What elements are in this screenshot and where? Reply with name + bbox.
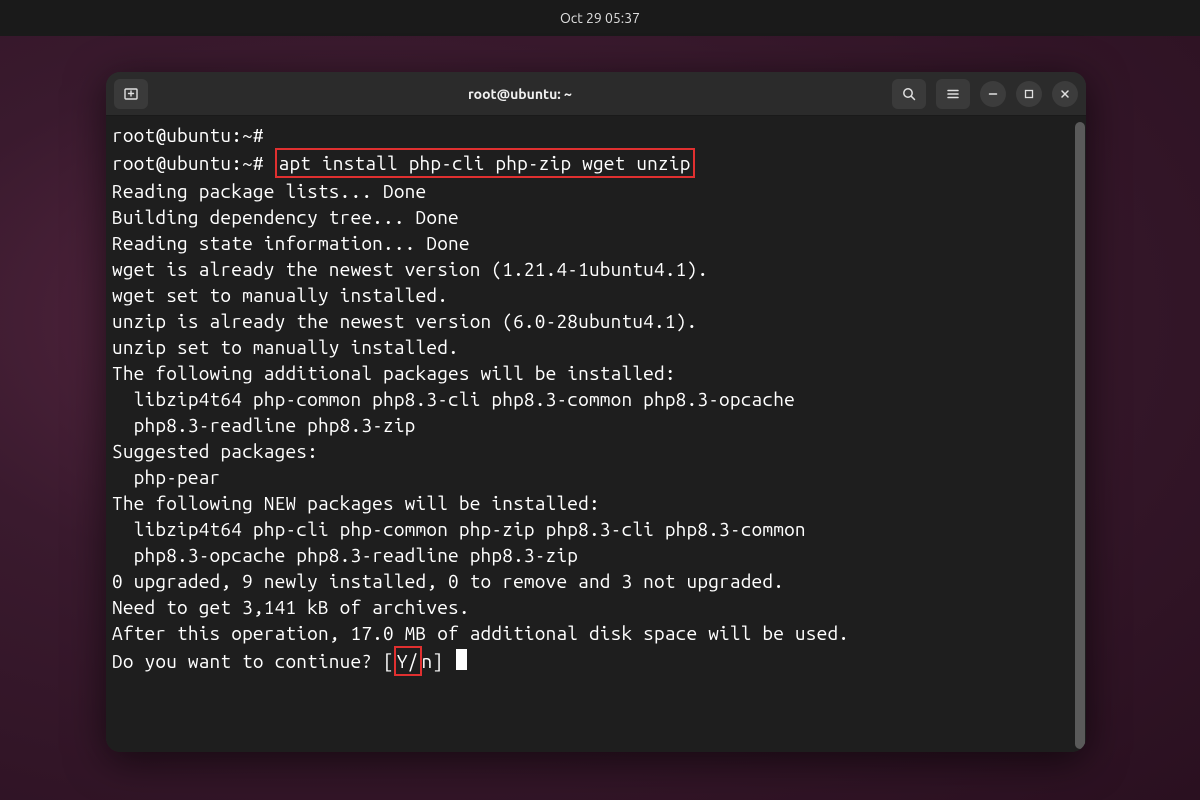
output-line: The following additional packages will b… <box>112 362 676 384</box>
output-line: Reading state information... Done <box>112 232 470 254</box>
continue-prompt-pre: Do you want to continue? [ <box>112 650 394 672</box>
continue-prompt-post: n] <box>422 650 455 672</box>
terminal-body[interactable]: root@ubuntu:~# root@ubuntu:~# apt instal… <box>106 116 1086 752</box>
output-line: The following NEW packages will be insta… <box>112 492 600 514</box>
highlighted-command: apt install php-cli php-zip wget unzip <box>275 148 695 178</box>
clock: Oct 29 05:37 <box>560 10 640 26</box>
output-line: Building dependency tree... Done <box>112 206 459 228</box>
output-line: wget set to manually installed. <box>112 284 448 306</box>
maximize-icon <box>1024 89 1034 99</box>
menu-button[interactable] <box>936 79 970 109</box>
search-icon <box>901 86 917 102</box>
close-icon <box>1060 89 1070 99</box>
new-tab-icon <box>123 86 139 102</box>
highlighted-y: Y/ <box>394 646 422 676</box>
output-line: php-pear <box>112 466 220 488</box>
output-line: php8.3-opcache php8.3-readline php8.3-zi… <box>112 544 578 566</box>
terminal-content: root@ubuntu:~# root@ubuntu:~# apt instal… <box>108 122 1086 676</box>
terminal-window: root@ubuntu: ~ root@ubuntu:~# root@ubunt… <box>106 72 1086 752</box>
output-line: libzip4t64 php-common php8.3-cli php8.3-… <box>112 388 795 410</box>
output-line: After this operation, 17.0 MB of additio… <box>112 622 849 644</box>
minimize-icon <box>988 89 998 99</box>
output-line: wget is already the newest version (1.21… <box>112 258 708 280</box>
output-line: libzip4t64 php-cli php-common php-zip ph… <box>112 518 806 540</box>
minimize-button[interactable] <box>980 81 1006 107</box>
output-line: Reading package lists... Done <box>112 180 426 202</box>
output-line: Suggested packages: <box>112 440 318 462</box>
prompt-line-1: root@ubuntu:~# <box>112 124 264 146</box>
window-title: root@ubuntu: ~ <box>148 86 892 102</box>
gnome-topbar: Oct 29 05:37 <box>0 0 1200 36</box>
output-line: unzip set to manually installed. <box>112 336 459 358</box>
scrollbar-thumb[interactable] <box>1075 122 1085 749</box>
prompt-line-2: root@ubuntu:~# <box>112 152 264 174</box>
output-line: 0 upgraded, 9 newly installed, 0 to remo… <box>112 570 784 592</box>
text-cursor <box>456 649 467 670</box>
output-line: Need to get 3,141 kB of archives. <box>112 596 470 618</box>
search-button[interactable] <box>892 79 926 109</box>
output-line: unzip is already the newest version (6.0… <box>112 310 697 332</box>
close-button[interactable] <box>1052 81 1078 107</box>
output-line: php8.3-readline php8.3-zip <box>112 414 416 436</box>
hamburger-icon <box>945 86 961 102</box>
maximize-button[interactable] <box>1016 81 1042 107</box>
titlebar: root@ubuntu: ~ <box>106 72 1086 116</box>
new-tab-button[interactable] <box>114 79 148 109</box>
